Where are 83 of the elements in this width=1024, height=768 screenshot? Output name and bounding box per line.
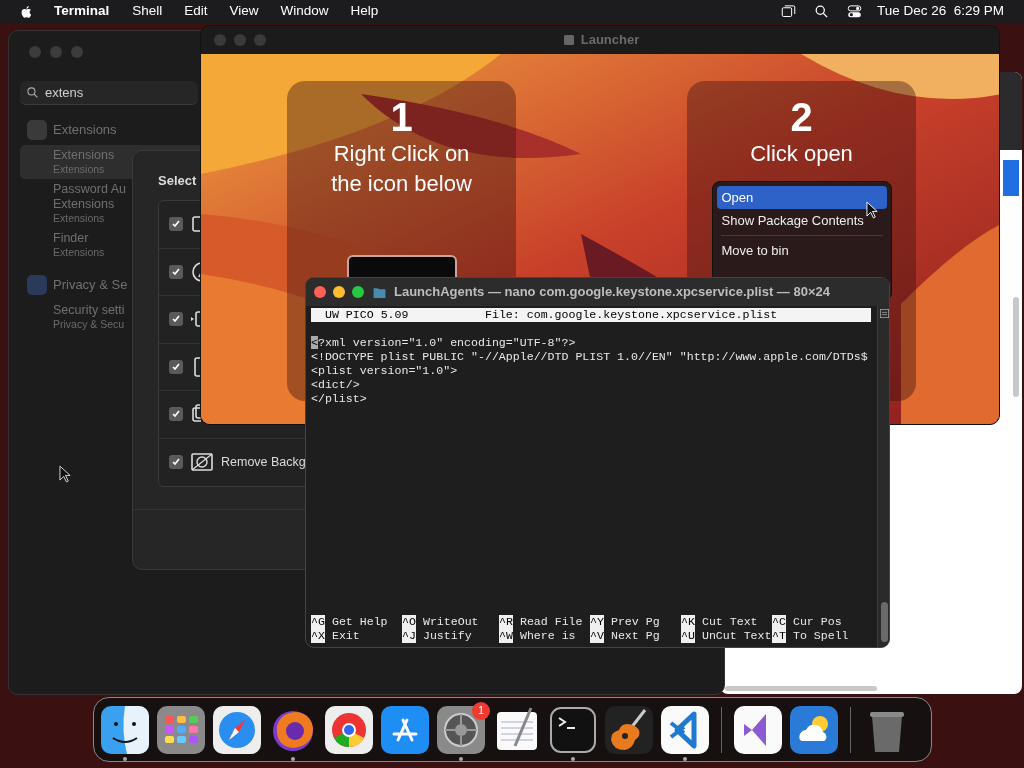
- checkbox[interactable]: [169, 455, 183, 470]
- checkbox[interactable]: [169, 407, 183, 422]
- shortcut-label: Where is: [519, 629, 576, 643]
- pointer-icon: [866, 201, 879, 220]
- close-button[interactable]: [314, 286, 326, 298]
- shortcut-label: Exit: [331, 629, 360, 643]
- menu-item[interactable]: Help: [350, 1, 379, 22]
- editor-version: UW PICO 5.09: [325, 308, 410, 322]
- shortcut-key: ^C: [772, 615, 786, 629]
- shortcut-key: ^X: [311, 629, 325, 643]
- window-title: Launcher: [580, 31, 640, 50]
- apple-logo-icon[interactable]: [20, 3, 34, 20]
- code-line: <!DOCTYPE plist PUBLIC "-//Apple//DTD PLIST 1.0//EN" "http://www.apple.com/DTDs$: [311, 350, 869, 364]
- step-text: Click open: [749, 140, 854, 168]
- shortcut-key: ^K: [681, 615, 695, 629]
- menu-item[interactable]: Move to bin: [716, 239, 887, 262]
- code-line: <dict/>: [311, 378, 361, 392]
- checkbox[interactable]: [169, 359, 183, 374]
- minimize-button[interactable]: [333, 286, 345, 298]
- shortcut-key: ^V: [590, 629, 604, 643]
- code-icon[interactable]: [661, 705, 709, 754]
- file-name: File: com.google.keystone.xpcservice.plist: [485, 308, 778, 322]
- compass-icon[interactable]: [213, 705, 261, 754]
- search-icon: [26, 86, 39, 99]
- menu-item[interactable]: Window: [280, 1, 329, 22]
- checkbox[interactable]: [169, 312, 183, 327]
- menu-clock: Tue Dec 26 6:29 PM: [876, 2, 1004, 21]
- lines-icon: [880, 309, 889, 318]
- menu-item[interactable]: Shell: [132, 1, 163, 22]
- checkbox[interactable]: [169, 217, 183, 232]
- shortcut-key: ^R: [499, 615, 513, 629]
- folder-icon: [372, 285, 387, 299]
- shortcut-label: Next Pg: [610, 629, 660, 643]
- shortcut-label: Justify: [422, 629, 472, 643]
- scroll-thumb[interactable]: [881, 602, 888, 642]
- drive-icon: [562, 33, 575, 47]
- shortcut-label: WriteOut: [422, 615, 479, 629]
- face-icon[interactable]: [101, 705, 149, 754]
- step-number: 1: [390, 95, 413, 139]
- toggles-icon[interactable]: [845, 4, 863, 19]
- shortcut-key: ^O: [402, 615, 416, 629]
- shortcut-key: ^J: [402, 629, 416, 643]
- pointer-icon: [59, 465, 72, 484]
- category-icon: [27, 120, 47, 140]
- menu-item[interactable]: View: [229, 1, 259, 22]
- chrome-icon[interactable]: [325, 705, 373, 754]
- windows-icon[interactable]: [779, 4, 797, 19]
- cloud-sun-icon[interactable]: [790, 705, 838, 754]
- shortcut-key: ^U: [681, 629, 695, 643]
- category-icon: [27, 275, 47, 295]
- shortcut-label: To Spell: [792, 629, 849, 643]
- zoom-button[interactable]: [352, 286, 364, 298]
- guitar-icon[interactable]: [605, 705, 653, 754]
- search-icon[interactable]: [813, 4, 829, 19]
- shortcut-label: UnCut Text: [701, 629, 772, 643]
- shortcut-label: Cur Pos: [792, 615, 842, 629]
- shortcut-key: ^T: [772, 629, 786, 643]
- step-text: Right Click on the icon below: [330, 140, 473, 198]
- row-label: Remove Backg: [221, 453, 306, 471]
- app-menu[interactable]: Terminal: [54, 1, 110, 22]
- menu-item[interactable]: Open: [716, 186, 887, 209]
- shortcut-label: Cut Text: [701, 615, 758, 629]
- menu-item[interactable]: Show Package Contents: [716, 209, 887, 232]
- notification-badge: 1: [472, 701, 490, 720]
- app-store-icon[interactable]: [381, 705, 429, 754]
- shortcut-label: Prev Pg: [610, 615, 660, 629]
- code-line: <plist version="1.0">: [311, 364, 459, 378]
- code-line: </plist>: [311, 392, 368, 406]
- category-label[interactable]: Privacy & Se: [53, 275, 128, 295]
- window-title: LaunchAgents — nano com.google.keystone.xpcservice.plist — 80×24: [394, 283, 830, 302]
- shortcut-key: ^G: [311, 615, 325, 629]
- step-number: 2: [790, 95, 813, 139]
- shortcut-key: ^W: [499, 629, 513, 643]
- shortcut-label: Get Help: [331, 615, 388, 629]
- menu-item[interactable]: Edit: [184, 1, 208, 22]
- search-field[interactable]: extens: [20, 81, 198, 105]
- checkbox[interactable]: [169, 264, 183, 279]
- shortcut-label: Read File: [519, 615, 583, 629]
- terminal-icon[interactable]: [549, 705, 597, 754]
- tab-strip: [1003, 160, 1019, 196]
- shortcut-key: ^Y: [590, 615, 604, 629]
- gear-icon[interactable]: [437, 705, 485, 754]
- app-grid-icon[interactable]: [157, 705, 205, 754]
